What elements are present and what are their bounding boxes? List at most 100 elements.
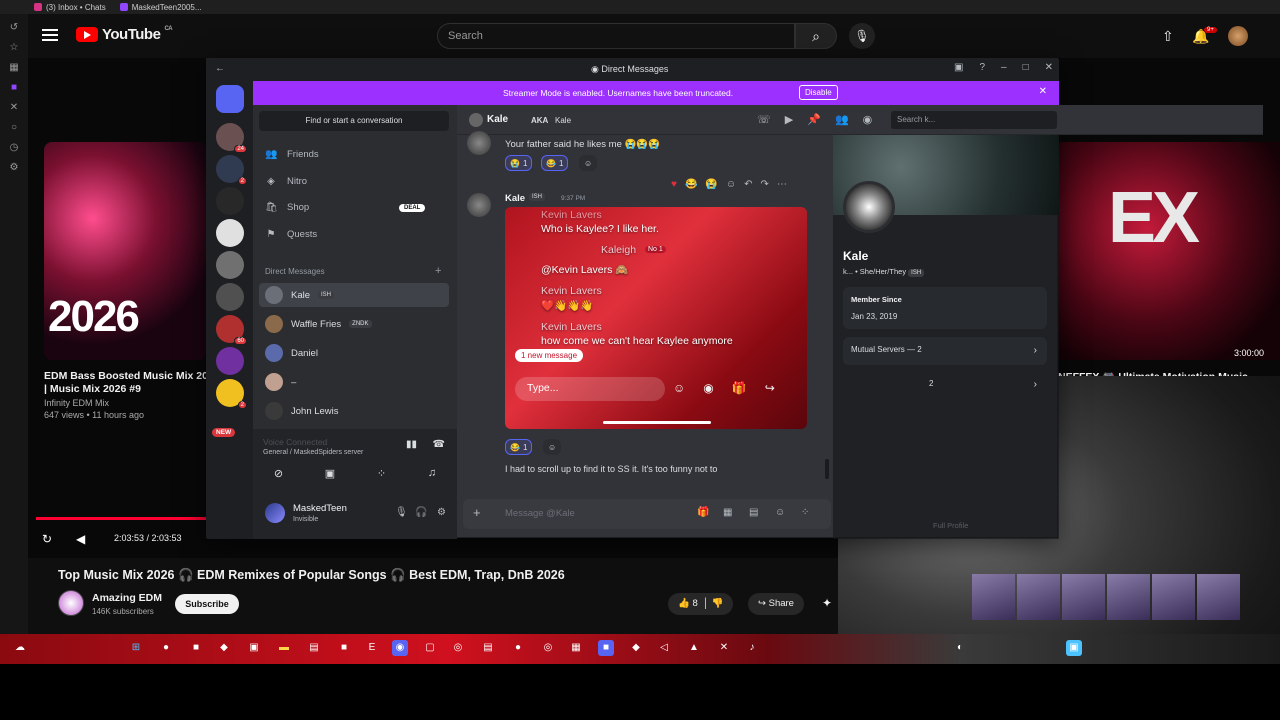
dm-item[interactable]: Kale ISH [259,283,449,307]
tiktok-icon[interactable]: ♪ [744,640,760,656]
full-profile-link[interactable]: Full Profile [933,521,968,530]
server-icon[interactable] [216,219,244,247]
account-avatar[interactable] [1228,26,1248,46]
more-icon[interactable]: ⋯ [777,179,787,190]
add-reaction-icon[interactable]: ☺ [543,439,562,455]
video-thumbnail[interactable]: 2026 [44,142,206,360]
gift-icon[interactable]: 🎁 [697,507,709,518]
minimize-icon[interactable]: – [1001,62,1007,73]
forward-icon[interactable]: ↷ [760,179,768,190]
search-button[interactable]: ⌕ [795,23,837,49]
browser-tab[interactable]: (3) Inbox • Chats [34,3,106,12]
app-icon[interactable]: ▢ [422,640,438,656]
browser-tab[interactable]: MaskedTeen2005... [119,3,202,12]
menu-icon[interactable] [42,29,58,41]
app-icon[interactable]: ▤ [306,640,322,656]
server-icon[interactable]: 24 [216,123,247,153]
sparkle-icon[interactable]: ✦ [822,596,832,610]
mic-icon[interactable]: 🎙 [395,507,408,518]
mutual-friends-row[interactable]: 2 › [843,371,1047,399]
record-icon[interactable]: ● [158,640,174,656]
app-icon[interactable]: ■ [188,640,204,656]
message-author[interactable]: Kale [505,193,525,204]
apps-icon[interactable]: ⁘ [801,507,809,518]
bookmark-icon[interactable]: ☆ [8,42,20,54]
gear-icon[interactable]: ⚙ [437,507,446,518]
help-icon[interactable]: ? [979,62,985,73]
folder-icon[interactable]: ▬ [276,640,292,656]
nav-shop[interactable]: 🛍 Shop [265,202,309,213]
app-icon[interactable]: ◐ [952,640,968,656]
heart-icon[interactable]: ♥ [671,179,677,190]
x-icon[interactable]: ✕ [8,102,20,114]
server-icon[interactable] [216,283,244,311]
nav-nitro[interactable]: ◈ Nitro [265,176,307,187]
maximize-icon[interactable]: □ [1023,62,1029,73]
message-input[interactable]: Message @Kale [505,508,575,519]
profile-avatar[interactable] [843,181,895,233]
apps-icon[interactable]: ▦ [8,62,20,74]
vscode-icon[interactable]: ◁ [656,640,672,656]
settings-icon[interactable]: ⚙ [8,162,20,174]
channel-name[interactable]: Amazing EDM [92,592,162,604]
voice-channel[interactable]: General / MaskedSpiders server [263,449,363,456]
search-input[interactable]: Search [437,23,795,49]
image-attachment[interactable]: Kevin Lavers Who is Kaylee? I like her. … [505,207,807,429]
server-icon[interactable] [216,347,244,375]
app-icon[interactable]: ▣ [246,640,262,656]
back-arrow-icon[interactable]: ← [215,63,225,74]
add-reaction-icon[interactable]: ☺ [579,155,598,171]
pin-icon[interactable]: 📌 [807,113,821,126]
server-icon[interactable] [216,251,244,279]
avatar[interactable] [467,131,491,155]
soundboard-icon[interactable]: ♫ [428,467,436,480]
reaction[interactable]: 😂 1 [541,155,569,171]
add-friends-icon[interactable]: 👥 [835,113,849,126]
camera-off-icon[interactable]: ⊘ [274,467,283,480]
laugh-icon[interactable]: 😂 [685,179,697,190]
find-conversation-button[interactable]: Find or start a conversation [259,111,449,131]
dm-item[interactable]: John Lewis [259,399,449,423]
close-icon[interactable]: ✕ [1045,62,1053,73]
cry-icon[interactable]: 😭 [705,179,717,190]
discord-home-button[interactable] [216,85,244,113]
scrollbar[interactable] [825,459,829,479]
app-icon[interactable]: ◆ [628,640,644,656]
avatar[interactable] [265,503,285,523]
headphones-icon[interactable]: 🎧 [415,507,427,518]
nav-friends[interactable]: 👥 Friends [265,149,319,160]
inbox-icon[interactable]: ▣ [954,62,963,73]
screen-share-icon[interactable]: ▣ [325,467,335,480]
dm-item[interactable]: Daniel [259,341,449,365]
app-icon[interactable]: ▣ [1066,640,1082,656]
reaction[interactable]: 😂 1 [505,439,533,455]
app-icon[interactable]: ▤ [480,640,496,656]
twitch-icon[interactable]: ■ [8,82,20,94]
steam-icon[interactable]: ◎ [450,640,466,656]
app-icon[interactable]: ■ [336,640,352,656]
start-icon[interactable]: ⊞ [128,640,144,656]
sticker-icon[interactable]: ▤ [749,507,758,518]
epic-icon[interactable]: E [364,640,380,656]
like-button[interactable]: 👍 8 │ 👎 [668,593,734,615]
add-reaction-icon[interactable]: ☺ [726,179,736,190]
replay-icon[interactable]: ↻ [42,532,52,546]
disconnect-icon[interactable]: ☎ [433,439,445,450]
history-icon[interactable]: ↺ [8,22,20,34]
app-icon[interactable]: ◆ [216,640,232,656]
signal-icon[interactable]: ▮▮ [406,439,417,450]
reply-icon[interactable]: ↶ [744,179,752,190]
avatar[interactable] [467,193,491,217]
server-icon[interactable] [216,187,244,215]
volume-icon[interactable]: ◀ [76,532,85,546]
dm-item[interactable]: – [259,370,449,394]
weather-icon[interactable]: ☁ [12,640,28,656]
call-icon[interactable]: ☏ [757,113,771,126]
youtube-logo[interactable]: YouTube CA [76,26,173,43]
app-icon[interactable]: ● [510,640,526,656]
circle-icon[interactable]: ○ [8,122,20,134]
attach-icon[interactable]: + [473,505,481,520]
app-icon[interactable]: ✕ [716,640,732,656]
app-icon[interactable]: ▦ [568,640,584,656]
reaction[interactable]: 😭 1 [505,155,533,171]
